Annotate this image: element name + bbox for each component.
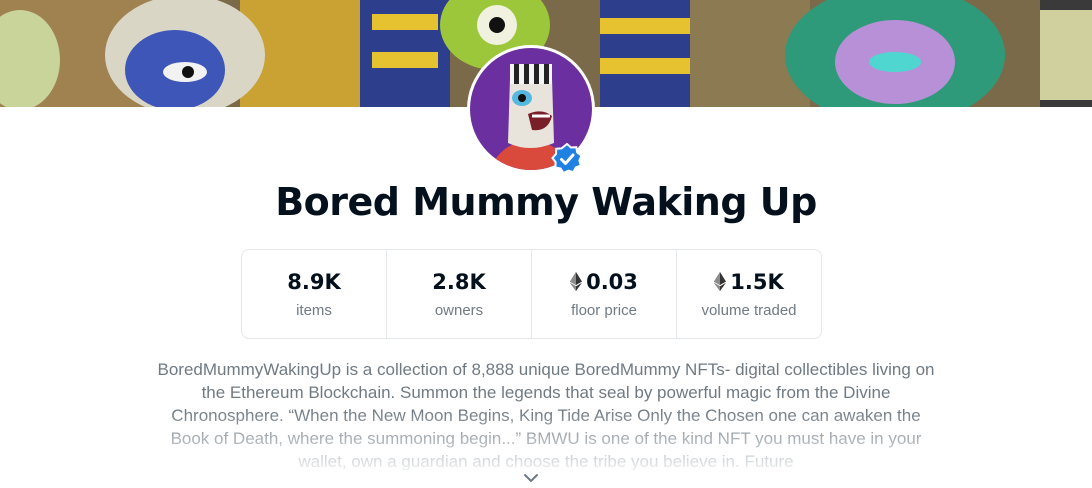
stat-volume-traded[interactable]: 1.5K volume traded [677, 250, 821, 338]
stat-label: owners [434, 301, 484, 319]
collection-stats: 8.9K items 2.8K owners 0.03 floor price [241, 249, 822, 339]
chevron-down-icon[interactable] [522, 470, 540, 484]
stat-value: 1.5K [714, 269, 784, 294]
stat-items[interactable]: 8.9K items [242, 250, 387, 338]
stat-number: 8.9K [287, 269, 341, 294]
verified-badge-icon [551, 142, 583, 175]
collection-avatar [467, 45, 595, 175]
stat-value: 2.8K [432, 270, 485, 294]
ethereum-icon [570, 272, 583, 291]
stat-value: 0.03 [570, 270, 638, 294]
stat-label: items [296, 301, 332, 319]
stat-number: 1.5K [730, 269, 784, 294]
stat-label: floor price [571, 301, 637, 319]
stat-number: 0.03 [586, 269, 638, 294]
stat-label: volume traded [701, 301, 797, 319]
collection-title: Bored Mummy Waking Up [275, 180, 817, 224]
stat-owners[interactable]: 2.8K owners [387, 250, 532, 338]
stat-value: 8.9K [287, 270, 340, 294]
description-fade [0, 410, 1092, 480]
stat-floor-price[interactable]: 0.03 floor price [532, 250, 677, 338]
ethereum-icon [714, 272, 727, 291]
stat-number: 2.8K [432, 269, 486, 294]
